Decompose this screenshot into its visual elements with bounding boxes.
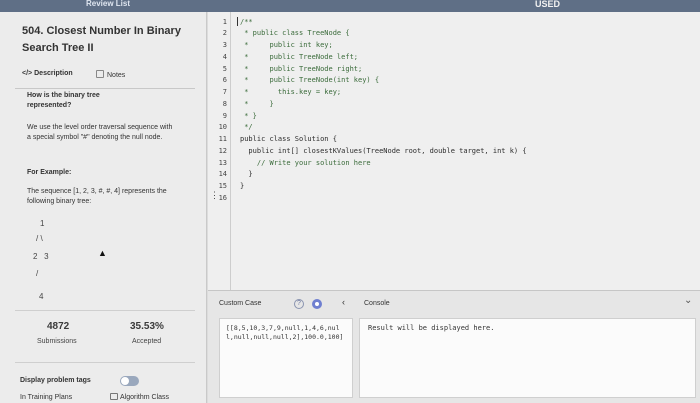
display-tags-label: Display problem tags [20, 377, 91, 384]
line-number: 13 [218, 159, 227, 167]
line-number: 12 [218, 147, 227, 155]
line-number: 4 [222, 53, 227, 61]
line-number: 6 [222, 76, 227, 84]
algorithm-class-link[interactable]: Algorithm Class [110, 393, 169, 403]
code-line: * } [240, 112, 257, 120]
code-line: * public TreeNode right; [240, 65, 363, 73]
tab-console[interactable]: Console [364, 300, 390, 307]
code-line: /** [240, 18, 253, 26]
mouse-pointer-icon: ▲ [98, 248, 107, 258]
code-line: public class Solution { [240, 135, 337, 143]
code-line: } [240, 170, 253, 178]
line-number: 8 [222, 100, 227, 108]
stats-box: 4872 Submissions 35.53% Accepted [15, 310, 195, 363]
code-line: // Write your solution here [240, 159, 371, 167]
line-number: 3 [222, 41, 227, 49]
code-line: * public class TreeNode { [240, 29, 350, 37]
chevron-down-icon[interactable]: ⌄ [684, 295, 692, 306]
tree-root: 1 [40, 219, 45, 228]
accepted-rate: 35.53% [130, 321, 164, 332]
code-line: */ [240, 123, 253, 131]
fold-handle-icon[interactable]: ⋮ [210, 190, 219, 201]
radio-toggle-icon[interactable] [312, 299, 322, 309]
result-placeholder: Result will be displayed here. [368, 324, 495, 332]
tree-level2: 2 3 [33, 252, 49, 261]
custom-case-value: [[8,5,10,3,7,9,null,1,4,6,null,null,null… [226, 324, 344, 341]
text-cursor [237, 17, 238, 26]
tab-divider [15, 88, 195, 89]
tree-level3: 4 [39, 292, 44, 301]
used-label: USED [535, 0, 561, 9]
line-number: 15 [218, 182, 227, 190]
description-paragraph: We use the level order traversal sequenc… [27, 124, 173, 141]
section-heading: How is the binary tree represented? [27, 92, 100, 109]
line-number-gutter: 1 2 3 4 5 6 7 8 9 10 11 12 13 14 15 16 [208, 12, 231, 290]
code-line: } [240, 182, 245, 190]
tab-custom-case[interactable]: Custom Case [219, 300, 261, 307]
code-line: * } [240, 100, 274, 108]
tree-branch3: / [36, 269, 39, 278]
chevron-left-icon[interactable]: ‹ [342, 297, 345, 307]
tab-description[interactable]: </> Description [22, 70, 73, 77]
code-line: * public int key; [240, 41, 333, 49]
code-editor[interactable]: 1 2 3 4 5 6 7 8 9 10 11 12 13 14 15 16 ⋮… [208, 12, 700, 290]
code-icon: </> [22, 70, 33, 77]
code-line: * this.key = key; [240, 88, 342, 96]
line-number: 10 [218, 123, 227, 131]
accepted-label: Accepted [132, 338, 162, 345]
line-number: 5 [222, 65, 227, 73]
tab-notes[interactable]: Notes [96, 70, 125, 79]
line-number: 1 [222, 18, 227, 26]
example-text: The sequence [1, 2, 3, #, #, 4] represen… [27, 188, 167, 205]
line-number: 9 [222, 112, 227, 120]
problem-title: 504. Closest Number In Binary Search Tre… [22, 25, 181, 54]
review-list-link[interactable]: Review List [86, 0, 130, 8]
submissions-count: 4872 [47, 321, 70, 332]
notes-icon [96, 70, 104, 78]
tree-branches: / \ [36, 234, 43, 243]
line-number: 14 [218, 170, 227, 178]
console-panel: Custom Case ? ‹ Console ⌄ [[8,5,10,3,7,9… [208, 290, 700, 403]
result-output: Result will be displayed here. [359, 318, 696, 398]
example-label: For Example: [27, 169, 72, 176]
line-number: 11 [218, 135, 227, 143]
line-number: 7 [222, 88, 227, 96]
tag-icon [110, 393, 118, 400]
in-training-label: In Training Plans [20, 394, 73, 401]
help-icon[interactable]: ? [294, 299, 304, 309]
line-number: 2 [222, 29, 227, 37]
code-line: * public TreeNode(int key) { [240, 76, 380, 84]
problem-panel: 504. Closest Number In Binary Search Tre… [0, 12, 207, 403]
submissions-label: Submissions [37, 338, 77, 345]
top-bar: Review List USED [0, 0, 700, 12]
code-line: public int[] closestKValues(TreeNode roo… [240, 147, 527, 155]
code-line: * public TreeNode left; [240, 53, 359, 61]
custom-case-input[interactable]: [[8,5,10,3,7,9,null,1,4,6,null,null,null… [219, 318, 353, 398]
display-tags-toggle[interactable] [120, 376, 139, 386]
